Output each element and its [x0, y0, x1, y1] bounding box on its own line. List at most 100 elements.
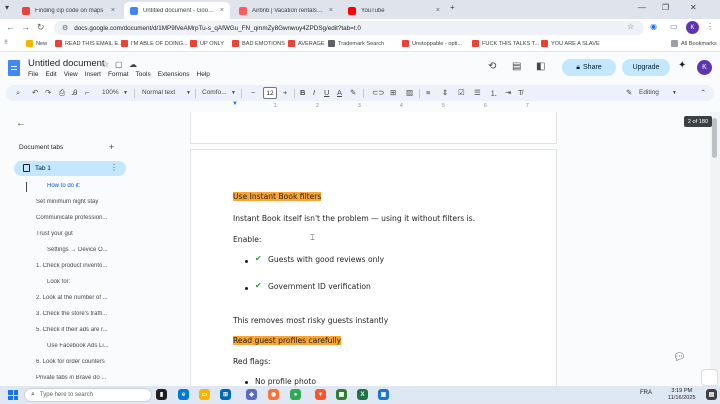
gemini-icon[interactable]: ✦: [678, 60, 686, 71]
excel-icon[interactable]: X: [357, 389, 368, 400]
outline-item[interactable]: Settings → Device O...: [47, 247, 125, 253]
close-outline-icon[interactable]: ←: [16, 118, 26, 129]
menu-file[interactable]: File: [28, 71, 38, 78]
scrollbar-thumb[interactable]: [712, 118, 717, 158]
document-page[interactable]: Use Instant Book filters Instant Book it…: [190, 149, 557, 389]
windows-start-icon[interactable]: [8, 390, 18, 400]
undo-icon[interactable]: ↶: [32, 88, 38, 97]
reload-icon[interactable]: ↻: [37, 22, 45, 33]
numbered-list-icon[interactable]: ⒈: [490, 88, 498, 99]
edge-icon[interactable]: e: [178, 389, 189, 400]
add-comment-icon[interactable]: ⊞: [390, 88, 396, 97]
increase-font-icon[interactable]: +: [283, 88, 287, 97]
menu-tools[interactable]: Tools: [136, 71, 151, 78]
paint-format-icon[interactable]: ⌐: [85, 88, 89, 97]
forward-icon[interactable]: →: [21, 22, 30, 32]
comments-icon[interactable]: ▤: [512, 61, 521, 72]
style-select[interactable]: Normal text: [142, 89, 175, 96]
close-tab-icon[interactable]: ×: [220, 7, 224, 14]
spellcheck-icon[interactable]: Ꭿ: [72, 88, 77, 98]
notifications-icon[interactable]: ▤: [706, 389, 717, 400]
sidebar-tab-1[interactable]: Tab 1 ⋮: [14, 161, 126, 176]
search-menus-icon[interactable]: ⌕: [16, 88, 20, 98]
all-bookmarks-button[interactable]: All Bookmarks: [671, 40, 717, 47]
outline-item[interactable]: 3. Check the store's traffi...: [36, 311, 124, 317]
bookmark-item[interactable]: Trademark Search: [328, 40, 384, 47]
line-spacing-icon[interactable]: ⇕: [442, 88, 448, 97]
outline-item[interactable]: 1. Check product invento...: [36, 263, 124, 269]
italic-icon[interactable]: I: [313, 88, 315, 97]
add-tab-button[interactable]: +: [109, 142, 114, 152]
outline-item[interactable]: Private tabs in Brave do ...: [36, 375, 124, 381]
outline-item[interactable]: 5. Check if their ads are r...: [36, 327, 124, 333]
outline-item[interactable]: Trust your gut: [36, 231, 124, 237]
side-panel-icon[interactable]: ▭: [670, 22, 678, 31]
app-icon[interactable]: ◆: [246, 389, 257, 400]
minimize-icon[interactable]: —: [638, 3, 646, 12]
share-button[interactable]: 🔒︎ Share: [562, 59, 616, 76]
firefox-icon[interactable]: ◉: [268, 389, 279, 400]
close-window-icon[interactable]: ✕: [690, 3, 697, 12]
apps-icon[interactable]: ⠿: [4, 40, 8, 46]
site-info-icon[interactable]: ⚙: [62, 24, 68, 32]
bookmark-item[interactable]: AVERAGE: [288, 40, 325, 47]
explore-button[interactable]: [701, 369, 718, 386]
previous-page[interactable]: [190, 112, 557, 144]
menu-help[interactable]: Help: [197, 71, 210, 78]
zoom-select[interactable]: 100%: [102, 89, 119, 96]
outline-item[interactable]: Communicate profession...: [36, 215, 124, 221]
address-bar[interactable]: ⚙ docs.google.com/document/d/1MP9lVeAMrp…: [54, 21, 644, 35]
browser-tab-youtube[interactable]: YouTube ×: [342, 2, 446, 19]
list-item[interactable]: Government ID verification: [268, 282, 371, 291]
tab-search-icon[interactable]: ▾: [5, 3, 9, 12]
store-icon[interactable]: ⊞: [220, 389, 231, 400]
outline-item[interactable]: 6. Look for order counters: [36, 359, 124, 365]
taskbar-search[interactable]: ⌕ Type here to search: [24, 388, 152, 402]
outline-item[interactable]: Use Facebook Ads Li...: [47, 343, 125, 349]
highlight-color-icon[interactable]: ✎: [350, 88, 356, 97]
insert-image-icon[interactable]: ▨: [406, 88, 413, 97]
account-avatar[interactable]: K: [697, 60, 712, 75]
star-icon[interactable]: ☆: [102, 60, 109, 69]
document-paragraph[interactable]: Instant Book itself isn't the problem — …: [233, 214, 475, 223]
editing-mode-select[interactable]: Editing: [639, 89, 659, 96]
language-indicator[interactable]: FRA: [640, 390, 652, 396]
brave-icon[interactable]: ▼: [315, 389, 326, 400]
outline-item[interactable]: 2. Look at the number of ...: [36, 295, 124, 301]
bold-icon[interactable]: B: [300, 88, 305, 97]
close-tab-icon[interactable]: ×: [111, 7, 115, 14]
bookmark-item[interactable]: I'M ABLE OF DOING...: [121, 40, 188, 47]
move-folder-icon[interactable]: ▢: [115, 60, 123, 69]
more-options-icon[interactable]: ⋮: [110, 163, 118, 172]
redo-icon[interactable]: ↷: [45, 88, 51, 97]
extension-icon[interactable]: ◉: [650, 22, 657, 31]
document-heading[interactable]: Use Instant Book filters: [233, 192, 322, 201]
document-heading[interactable]: Read guest profiles carefully: [233, 336, 342, 345]
sheets-icon[interactable]: ▦: [336, 389, 347, 400]
bookmark-item[interactable]: YOU ARE A SLAVE: [541, 40, 600, 47]
bookmark-star-icon[interactable]: ☆: [627, 22, 634, 31]
document-paragraph[interactable]: Enable:: [233, 235, 261, 244]
list-item[interactable]: Guests with good reviews only: [268, 255, 384, 264]
clear-formatting-icon[interactable]: T̸: [518, 88, 523, 97]
indent-marker-icon[interactable]: ▼: [232, 101, 238, 107]
outline-item[interactable]: Look for:: [47, 279, 125, 285]
horizontal-ruler[interactable]: ▼ 1 2 3 4 5 6 7: [190, 101, 557, 111]
browser-menu-icon[interactable]: ⋮: [706, 22, 714, 31]
checklist-icon[interactable]: ☑: [458, 88, 465, 97]
menu-extensions[interactable]: Extensions: [158, 71, 190, 78]
bookmark-item[interactable]: Unstoppable - opti...: [402, 40, 462, 47]
google-docs-logo-icon[interactable]: [8, 60, 20, 76]
menu-view[interactable]: View: [64, 71, 78, 78]
new-tab-button[interactable]: +: [450, 3, 455, 12]
bookmark-item[interactable]: READ THIS EMAIL E...: [55, 40, 123, 47]
bookmark-item[interactable]: FUCK THIS TALKS T...: [472, 40, 539, 47]
text-color-icon[interactable]: A: [337, 88, 342, 97]
document-paragraph[interactable]: Red flags:: [233, 357, 271, 366]
bookmark-item[interactable]: UP ONLY: [190, 40, 224, 47]
app-icon[interactable]: ▣: [378, 389, 389, 400]
maximize-icon[interactable]: ❐: [662, 3, 669, 12]
file-explorer-icon[interactable]: ▭: [199, 389, 210, 400]
back-icon[interactable]: ←: [6, 22, 15, 32]
add-comment-fab-icon[interactable]: 💬︎: [673, 352, 686, 363]
